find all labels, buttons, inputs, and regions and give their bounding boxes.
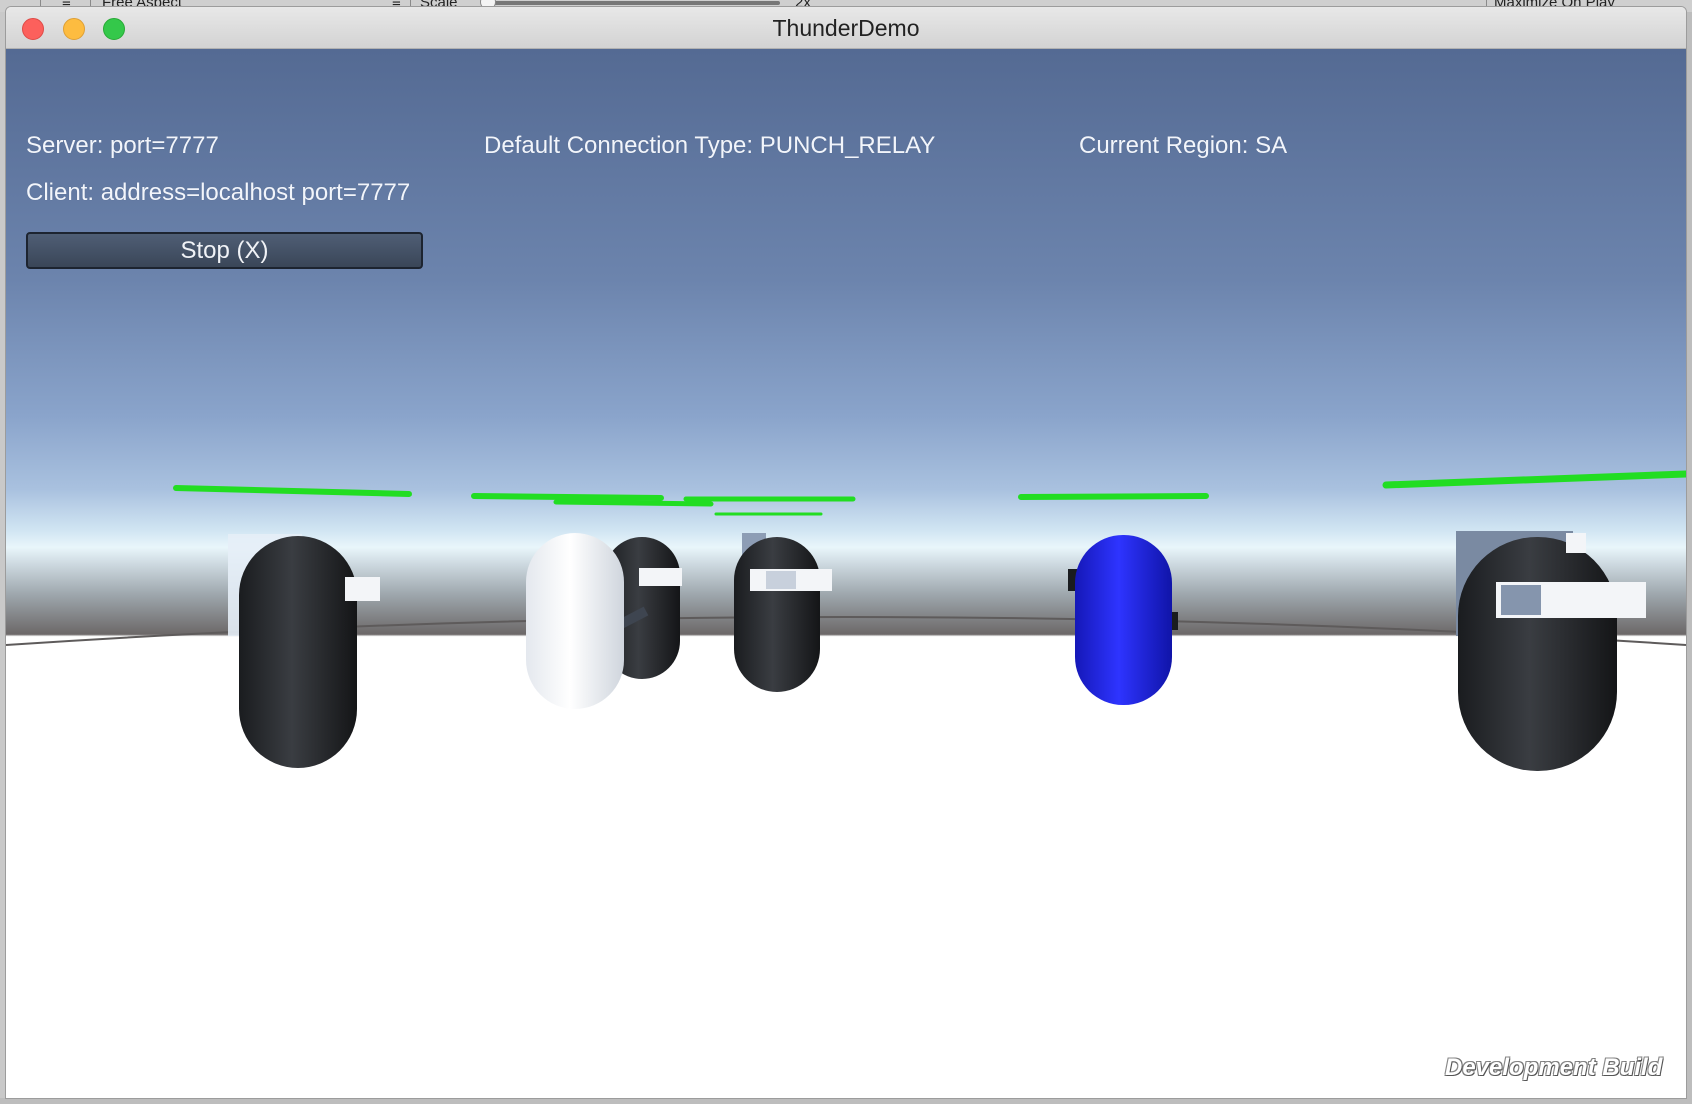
scale-slider[interactable]: [490, 1, 780, 5]
player-visor: [345, 577, 380, 601]
player-visor: [1566, 533, 1586, 553]
health-bar: [1018, 493, 1209, 500]
player-capsule: [1068, 535, 1178, 705]
editor-bottom-strip: [0, 1098, 1692, 1104]
player-capsule: [526, 533, 624, 709]
health-bar: [553, 499, 714, 507]
connection-type: Default Connection Type: PUNCH_RELAY: [484, 132, 936, 159]
window-titlebar[interactable]: ThunderDemo: [6, 7, 1686, 49]
health-bar: [471, 493, 664, 501]
player-body: [734, 537, 820, 692]
player-body: [1075, 535, 1172, 705]
game-viewport[interactable]: Server: port=7777 Default Connection Typ…: [6, 49, 1686, 1098]
editor-side-panel: [1686, 12, 1692, 1104]
window-title: ThunderDemo: [772, 15, 920, 41]
player-body: [526, 533, 624, 709]
player-visor: [639, 568, 682, 586]
player-capsule: [734, 533, 832, 692]
player-capsule: [228, 534, 380, 768]
player-capsule: [1456, 531, 1646, 771]
stop-button[interactable]: Stop (X): [26, 232, 423, 269]
player-body: [1458, 537, 1617, 771]
player-visor-shade: [1501, 585, 1541, 615]
game-window: ThunderDemo Server: port=7777 Default Co…: [6, 7, 1686, 1098]
health-bars: [173, 470, 1686, 516]
health-bar: [1382, 470, 1686, 489]
server-info: Server: port=7777: [26, 132, 219, 159]
health-bar: [173, 485, 412, 497]
player-body: [239, 536, 357, 768]
region-info: Current Region: SA: [1079, 132, 1288, 159]
development-build-watermark: Development Build: [1445, 1054, 1663, 1081]
client-info: Client: address=localhost port=7777: [26, 179, 411, 206]
player-visor-shade: [766, 571, 796, 589]
